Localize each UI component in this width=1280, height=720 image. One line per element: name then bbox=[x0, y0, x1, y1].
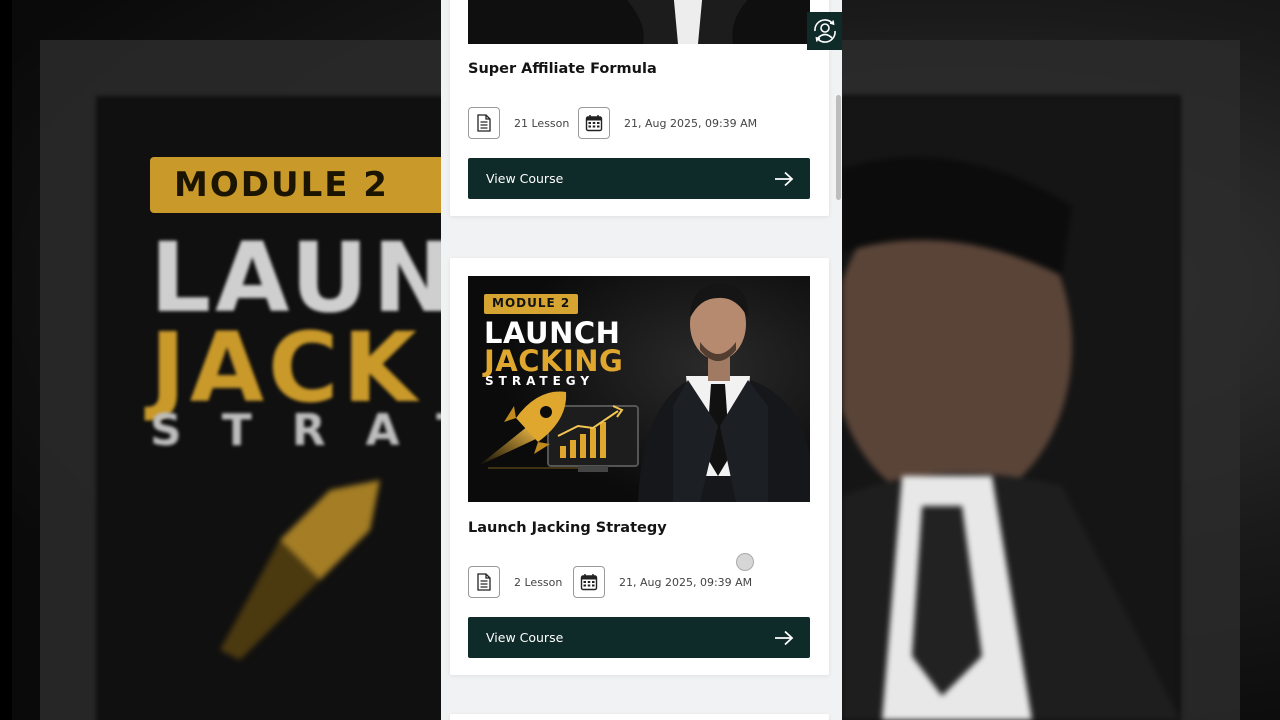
document-icon bbox=[468, 107, 500, 139]
view-course-button[interactable]: View Course bbox=[468, 617, 810, 658]
view-course-label: View Course bbox=[486, 171, 564, 186]
thumbnail-title-line2: JACKING bbox=[484, 344, 624, 378]
lesson-count: 2 Lesson bbox=[514, 575, 563, 589]
course-thumbnail[interactable]: MODULE 2 LAUNCH JACKING STRATEGY bbox=[468, 276, 810, 502]
scrollbar-thumb[interactable] bbox=[836, 95, 841, 200]
course-meta: 2 Lesson 21, Aug 2025, 09:39 AM bbox=[468, 566, 752, 598]
calendar-icon bbox=[578, 107, 610, 139]
course-meta: 21 Lesson 21, Aug 2025, 09:39 AM bbox=[468, 107, 757, 139]
touch-indicator bbox=[736, 553, 754, 571]
course-title[interactable]: Super Affiliate Formula bbox=[468, 61, 657, 77]
course-list-screen[interactable]: Super Affiliate Formula 21 Lesson 21, Au… bbox=[441, 0, 842, 720]
course-thumbnail[interactable] bbox=[468, 0, 810, 44]
background-rocket-icon bbox=[220, 480, 380, 660]
view-course-button[interactable]: View Course bbox=[468, 158, 810, 199]
calendar-icon bbox=[573, 566, 605, 598]
course-card: Super Affiliate Formula 21 Lesson 21, Au… bbox=[450, 0, 829, 216]
background-module-badge: MODULE 2 bbox=[150, 157, 450, 213]
view-course-label: View Course bbox=[486, 630, 564, 645]
lesson-count: 21 Lesson bbox=[514, 116, 570, 130]
floating-action-button[interactable] bbox=[807, 12, 842, 50]
module-badge: MODULE 2 bbox=[484, 294, 579, 314]
document-icon bbox=[468, 566, 500, 598]
arrow-right-icon bbox=[775, 171, 794, 186]
course-date: 21, Aug 2025, 09:39 AM bbox=[624, 116, 758, 130]
course-card: MODULE 2 LAUNCH JACKING STRATEGY Launch … bbox=[450, 258, 829, 675]
course-card bbox=[450, 714, 829, 720]
left-edge bbox=[0, 0, 12, 720]
background-person-image bbox=[842, 96, 1180, 720]
user-sync-icon bbox=[813, 19, 836, 43]
arrow-right-icon bbox=[775, 630, 794, 645]
course-date: 21, Aug 2025, 09:39 AM bbox=[619, 575, 753, 589]
course-title[interactable]: Launch Jacking Strategy bbox=[468, 520, 667, 536]
thumbnail-art bbox=[468, 0, 810, 44]
thumbnail-title-line3: STRATEGY bbox=[485, 374, 595, 388]
